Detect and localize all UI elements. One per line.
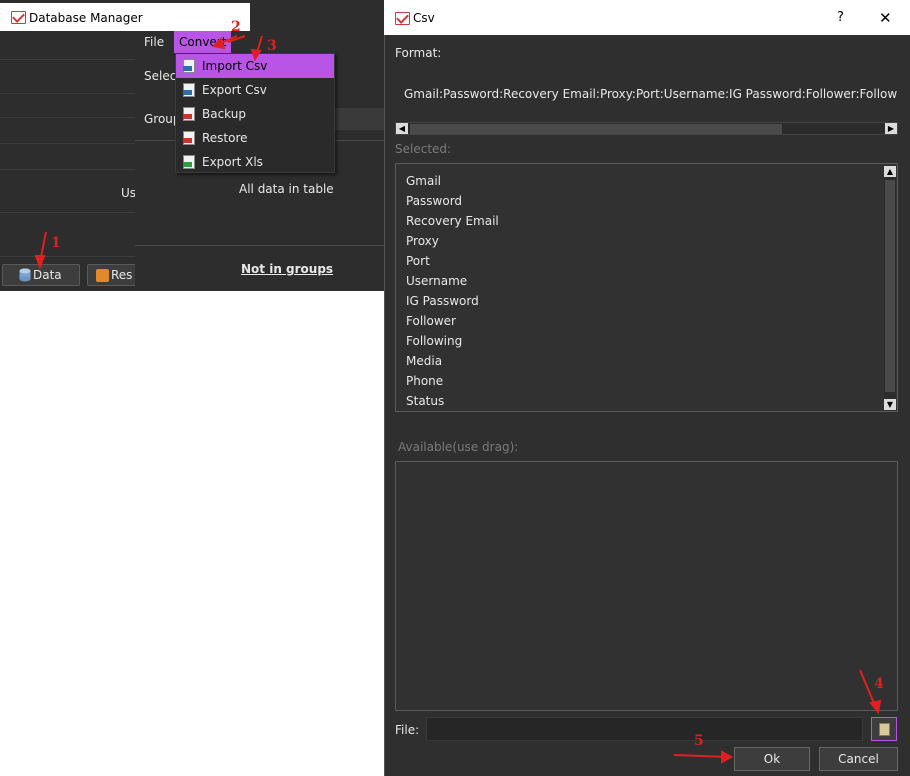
menu-item-export-xls[interactable]: Export Xls	[176, 150, 334, 174]
convert-dropdown-menu: Import Csv Export Csv Backup Restore Exp…	[175, 53, 335, 173]
annotation-number: 4	[874, 676, 884, 692]
bg-row	[0, 59, 135, 60]
close-icon[interactable]: ✕	[879, 9, 892, 27]
list-item[interactable]: Follower	[406, 314, 456, 328]
menu-item-label: Import Csv	[202, 59, 268, 73]
bg-row	[0, 212, 135, 213]
format-value: Gmail:Password:Recovery Email:Proxy:Port…	[404, 87, 898, 101]
window-title: Database Manager	[29, 11, 143, 25]
annotation-number: 5	[694, 733, 704, 749]
scrollbar-thumb[interactable]	[885, 180, 895, 392]
menu-item-import-csv[interactable]: Import Csv	[176, 54, 334, 78]
file-path-input[interactable]	[426, 717, 863, 741]
bg-row	[0, 93, 135, 94]
data-button[interactable]: Data	[2, 264, 80, 286]
scroll-up-icon[interactable]: ▲	[884, 166, 896, 177]
menu-item-label: Backup	[202, 107, 246, 121]
annotation-number: 3	[267, 38, 277, 54]
reset-button-label: Res	[111, 268, 133, 282]
csv-dialog-titlebar: Csv ? ✕	[384, 0, 910, 35]
bg-row	[0, 169, 135, 170]
list-item[interactable]: Port	[406, 254, 430, 268]
menu-file[interactable]: File	[139, 31, 169, 53]
format-label: Format:	[395, 46, 442, 60]
file-label: File:	[395, 723, 420, 737]
bg-row	[0, 117, 135, 118]
list-item[interactable]: Phone	[406, 374, 443, 388]
gmail-logo-icon	[395, 12, 410, 25]
list-item[interactable]: Proxy	[406, 234, 439, 248]
divider	[135, 245, 384, 246]
scroll-right-icon[interactable]: ▶	[885, 123, 897, 134]
reset-button[interactable]: Res	[87, 264, 137, 286]
menu-item-label: Export Xls	[202, 155, 263, 169]
gmail-logo-icon	[11, 11, 26, 24]
list-item[interactable]: Password	[406, 194, 462, 208]
menu-item-backup[interactable]: Backup	[176, 102, 334, 126]
all-data-link[interactable]: All data in table	[239, 182, 334, 196]
sql-file-icon	[183, 107, 195, 121]
csv-file-icon	[183, 83, 195, 97]
list-item[interactable]: Gmail	[406, 174, 441, 188]
ok-button[interactable]: Ok	[734, 747, 810, 771]
xls-file-icon	[183, 155, 195, 169]
database-icon	[19, 268, 31, 282]
selected-label: Selected:	[395, 142, 452, 156]
selected-fields-list[interactable]: Gmail Password Recovery Email Proxy Port…	[395, 163, 898, 412]
available-label: Available(use drag):	[398, 440, 519, 454]
menu-convert[interactable]: Convert	[174, 31, 232, 53]
csv-file-icon	[183, 59, 195, 73]
browse-file-button[interactable]	[871, 717, 897, 741]
menu-item-label: Restore	[202, 131, 248, 145]
file-tag	[183, 66, 192, 71]
menu-item-label: Export Csv	[202, 83, 267, 97]
scroll-down-icon[interactable]: ▼	[884, 399, 896, 410]
list-item[interactable]: Following	[406, 334, 462, 348]
background-app-window: Us Data Res	[0, 0, 137, 291]
bg-row	[0, 256, 135, 257]
file-tag	[183, 90, 192, 95]
available-fields-list[interactable]	[395, 461, 898, 711]
partial-label: Us	[121, 186, 137, 200]
scrollbar-thumb[interactable]	[410, 124, 782, 134]
scroll-left-icon[interactable]: ◀	[396, 123, 408, 134]
menu-item-export-csv[interactable]: Export Csv	[176, 78, 334, 102]
menu-item-restore[interactable]: Restore	[176, 126, 334, 150]
menubar: File Convert	[135, 31, 385, 53]
file-tag	[183, 114, 192, 119]
format-horizontal-scrollbar[interactable]: ◀ ▶	[395, 122, 898, 135]
list-item[interactable]: Status	[406, 394, 444, 408]
database-manager-titlebar: Database Manager	[0, 3, 250, 31]
sql-file-icon	[183, 131, 195, 145]
cancel-button[interactable]: Cancel	[819, 747, 898, 771]
list-item[interactable]: Media	[406, 354, 442, 368]
bg-row	[0, 143, 135, 144]
dialog-title: Csv	[413, 11, 435, 25]
help-icon[interactable]: ?	[837, 10, 844, 25]
data-button-label: Data	[33, 268, 62, 282]
file-tag	[183, 138, 192, 143]
file-icon	[879, 723, 890, 736]
not-in-groups-link[interactable]: Not in groups	[241, 262, 333, 276]
selected-vertical-scrollbar[interactable]: ▲ ▼	[884, 166, 896, 410]
select-label: Selec	[144, 69, 177, 83]
list-item[interactable]: IG Password	[406, 294, 479, 308]
reset-icon	[96, 269, 109, 282]
list-item[interactable]: Recovery Email	[406, 214, 499, 228]
annotation-number: 1	[51, 235, 61, 251]
file-tag	[183, 162, 192, 167]
list-item[interactable]: Username	[406, 274, 467, 288]
annotation-number: 2	[231, 19, 241, 35]
